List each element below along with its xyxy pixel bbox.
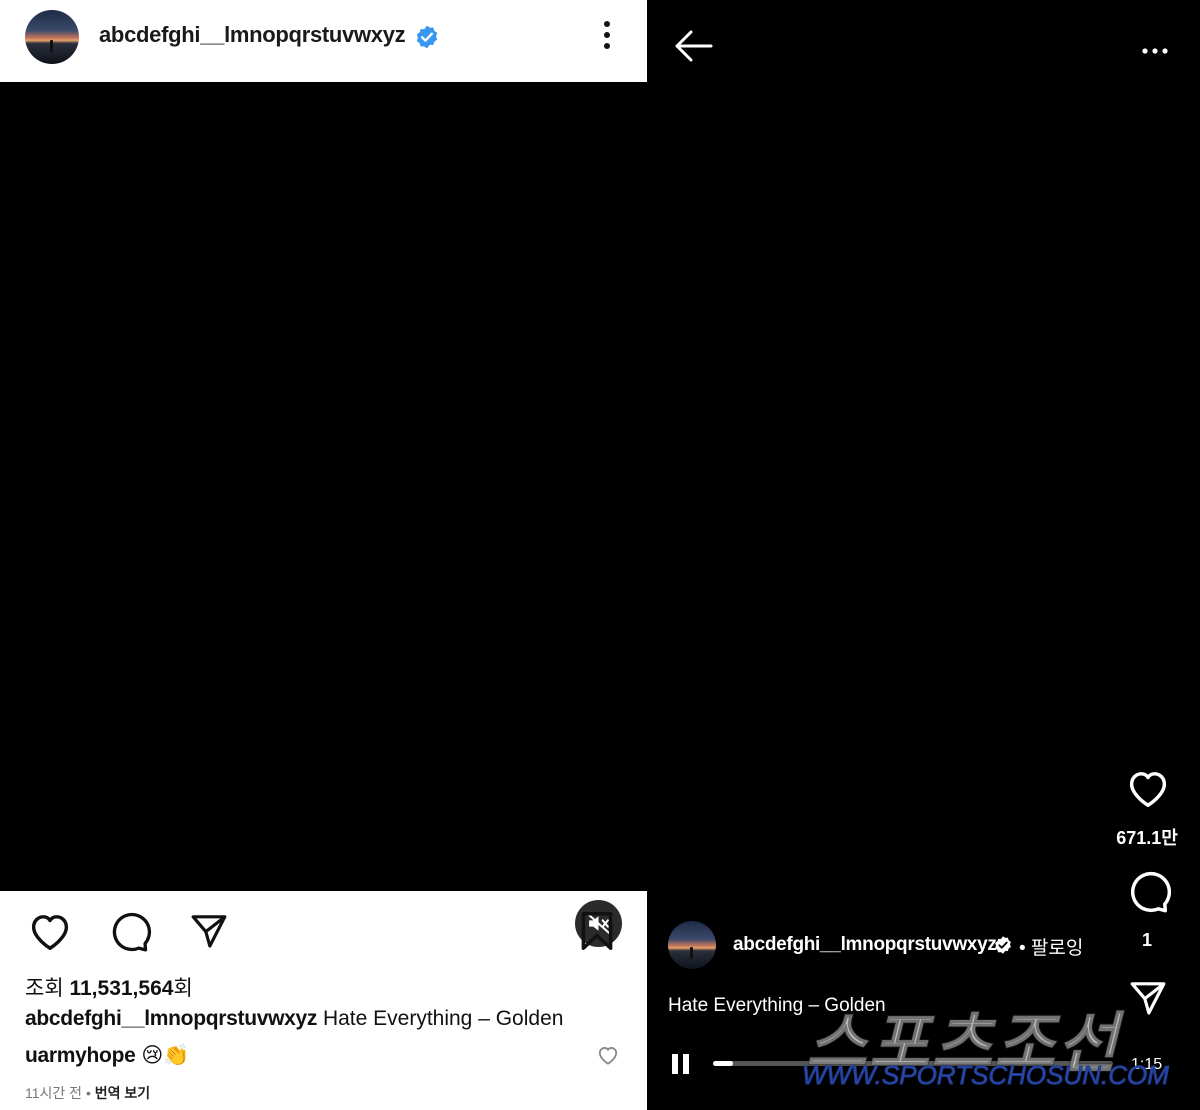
comment-bubble-icon[interactable] bbox=[108, 911, 152, 958]
post-caption: abcdefghi__lmnopqrstuvwxyz Hate Everythi… bbox=[25, 1007, 563, 1031]
caption-username[interactable]: abcdefghi__lmnopqrstuvwxyz bbox=[25, 1007, 317, 1030]
back-arrow-icon[interactable] bbox=[673, 28, 713, 69]
profile-avatar[interactable] bbox=[668, 921, 716, 969]
profile-avatar[interactable] bbox=[25, 10, 79, 64]
post-meta: 11시간 전 • 번역 보기 bbox=[25, 1083, 150, 1103]
comment-count: 1 bbox=[1141, 930, 1152, 950]
views-prefix: 조회 bbox=[25, 977, 64, 1000]
heart-icon[interactable] bbox=[1126, 768, 1170, 813]
time-ago: 11시간 전 bbox=[25, 1085, 83, 1101]
feed-post-panel: abcdefghi__lmnopqrstuvwxyz 조회 11,531,564… bbox=[0, 0, 647, 1110]
verified-badge-icon bbox=[993, 935, 1013, 960]
comment-bubble-icon[interactable] bbox=[1127, 870, 1172, 919]
more-options-icon[interactable] bbox=[1141, 42, 1169, 60]
reels-viewer-panel: 671.1만 1 abcdefghi__lmnopqrstuvwxyz • 팔로… bbox=[647, 0, 1200, 1110]
comment-text: 😢👏 bbox=[141, 1044, 190, 1067]
post-username[interactable]: abcdefghi__lmnopqrstuvwxyz bbox=[99, 22, 406, 48]
meta-separator: • bbox=[85, 1085, 91, 1101]
views-number: 11,531,564 bbox=[69, 977, 174, 1000]
watermark-url: WWW.SPORTSCHOSUN.COM bbox=[802, 1060, 1170, 1091]
post-actions-bar bbox=[0, 891, 647, 971]
more-options-icon[interactable] bbox=[592, 18, 622, 52]
translate-link[interactable]: 번역 보기 bbox=[95, 1085, 150, 1101]
like-count: 671.1만 bbox=[1116, 828, 1178, 848]
following-status[interactable]: • 팔로잉 bbox=[1019, 933, 1083, 960]
pause-icon[interactable] bbox=[670, 1053, 692, 1080]
progress-fill bbox=[713, 1061, 733, 1066]
paper-plane-icon[interactable] bbox=[188, 911, 230, 956]
caption-text: Hate Everything – Golden bbox=[322, 1007, 564, 1030]
heart-icon[interactable] bbox=[28, 911, 72, 956]
video-player[interactable] bbox=[0, 82, 647, 947]
reel-username[interactable]: abcdefghi__lmnopqrstuvwxyz bbox=[733, 934, 997, 956]
verified-badge-icon bbox=[414, 24, 440, 55]
comment-row: uarmyhope 😢👏 bbox=[25, 1043, 189, 1068]
views-suffix: 회 bbox=[173, 977, 193, 1000]
watermark: 스포츠조선 WWW.SPORTSCHOSUN.COM bbox=[800, 990, 1190, 1100]
comment-username[interactable]: uarmyhope bbox=[25, 1044, 136, 1067]
post-header: abcdefghi__lmnopqrstuvwxyz bbox=[0, 0, 647, 82]
bookmark-icon[interactable] bbox=[578, 911, 616, 956]
view-count: 조회 11,531,564회 bbox=[25, 972, 193, 1002]
comment-like-heart-icon[interactable] bbox=[597, 1045, 619, 1070]
